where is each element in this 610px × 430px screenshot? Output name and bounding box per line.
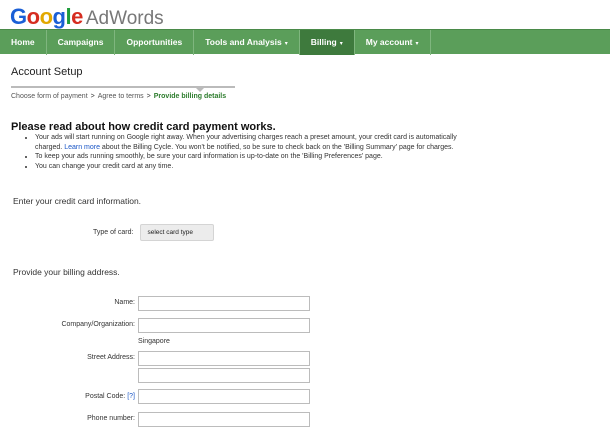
setup-steps-breadcrumb: Choose form of payment > Agree to terms > Pr… — [11, 93, 226, 100]
learn-more-link[interactable]: Learn more — [64, 144, 100, 151]
step-agree-terms: Agree to terms — [97, 93, 144, 100]
main-nav: Home Campaigns Opportunities Tools and A… — [0, 29, 610, 55]
step-separator: > — [90, 93, 95, 100]
step-separator: > — [146, 93, 151, 100]
step-choose-payment: Choose form of payment — [11, 93, 88, 100]
company-label: Company/Organization: — [61, 321, 135, 328]
street-address-line2-field[interactable] — [138, 368, 310, 383]
progress-pointer-icon — [196, 88, 204, 92]
nav-billing[interactable]: Billing ▾ — [299, 30, 355, 55]
notice-item: Your ads will start running on Google ri… — [35, 133, 463, 152]
nav-campaigns[interactable]: Campaigns — [47, 30, 116, 55]
nav-opportunities[interactable]: Opportunities — [115, 30, 195, 55]
street-address-line1-field[interactable] — [138, 351, 310, 366]
postal-code-help-link[interactable]: [?] — [127, 393, 135, 400]
country-value: Singapore — [138, 338, 170, 345]
step-provide-billing-details: Provide billing details — [153, 93, 227, 100]
notice-item: To keep your ads running smoothly, be su… — [35, 152, 463, 162]
phone-number-label: Phone number: — [87, 415, 135, 422]
postal-code-field[interactable] — [138, 389, 310, 404]
google-wordmark: Google — [10, 4, 83, 29]
chevron-down-icon: ▾ — [415, 41, 419, 47]
billing-address-section-heading: Provide your billing address. — [13, 267, 120, 277]
chevron-down-icon: ▾ — [339, 41, 343, 47]
credit-card-section-heading: Enter your credit card information. — [13, 196, 142, 206]
postal-code-label: Postal Code: [?] — [85, 393, 135, 400]
card-type-row: Type of card: select card type — [93, 224, 215, 241]
street-address-label: Street Address: — [87, 354, 135, 361]
name-label: Name: — [114, 299, 135, 306]
card-type-select[interactable]: select card type — [140, 224, 215, 241]
nav-my-account[interactable]: My account ▾ — [355, 30, 431, 55]
phone-number-field[interactable] — [138, 412, 310, 427]
chevron-down-icon: ▾ — [284, 41, 288, 47]
payment-notice-list: Your ads will start running on Google ri… — [23, 133, 463, 171]
name-field[interactable] — [138, 296, 310, 311]
card-type-label: Type of card: — [93, 229, 134, 236]
google-adwords-logo[interactable]: Google AdWords — [10, 4, 164, 29]
page-title: Account Setup — [11, 66, 83, 78]
nav-tools-and-analysis[interactable]: Tools and Analysis ▾ — [194, 30, 300, 55]
nav-home[interactable]: Home — [0, 30, 47, 55]
company-field[interactable] — [138, 318, 310, 333]
payment-notice-heading: Please read about how credit card paymen… — [11, 121, 276, 133]
product-name: AdWords — [85, 8, 164, 29]
notice-item: You can change your credit card at any t… — [35, 162, 463, 172]
